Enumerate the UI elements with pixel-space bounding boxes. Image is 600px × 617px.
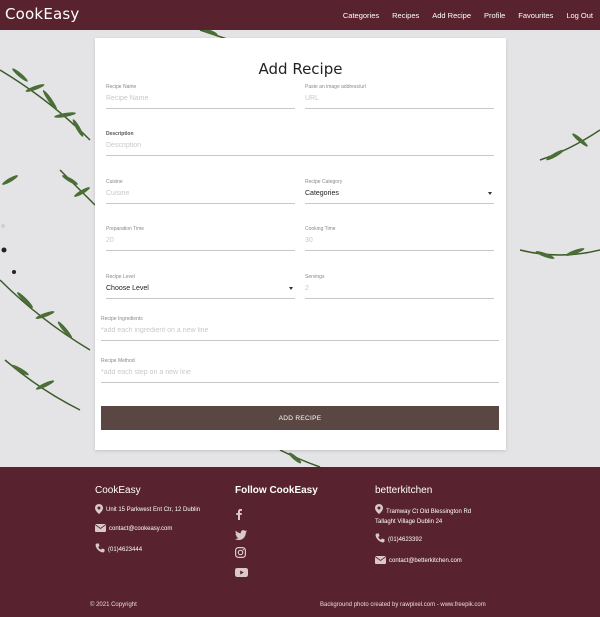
footer-cookeasy-address: Unit 15 Parkwest Ent Ctr, 12 Dublin — [95, 504, 200, 514]
servings-field: Servings — [305, 274, 494, 299]
nav-favourites[interactable]: Favourites — [518, 11, 553, 20]
cuisine-field: Cuisine — [106, 179, 295, 204]
category-label: Recipe Category — [305, 179, 343, 185]
facebook-icon[interactable] — [236, 507, 242, 525]
cuisine-input[interactable] — [106, 187, 295, 204]
ingredients-textarea[interactable] — [101, 324, 499, 341]
cook-time-label: Cooking Time — [305, 226, 336, 232]
level-label: Recipe Level — [106, 274, 135, 280]
description-field: Description — [106, 131, 494, 156]
recipe-name-input[interactable] — [106, 92, 295, 109]
footer-betterkitchen-title: betterkitchen — [375, 485, 433, 496]
prep-time-input[interactable] — [106, 234, 295, 251]
footer-betterkitchen-email-text: contact@betterkitchen.com — [389, 558, 462, 564]
level-value: Choose Level — [106, 285, 149, 292]
footer-betterkitchen-address-text: Tramway Ct Old Blessington Rd Tallaght V… — [375, 507, 472, 527]
footer-cookeasy-email-text: contact@cookeasy.com — [109, 526, 173, 532]
description-label: Description — [106, 131, 134, 137]
nav-categories[interactable]: Categories — [343, 11, 379, 20]
add-recipe-button[interactable]: ADD RECIPE — [101, 406, 499, 430]
instagram-icon[interactable] — [235, 545, 247, 563]
copyright: © 2021 Copyright — [90, 602, 137, 608]
servings-label: Servings — [305, 274, 325, 280]
youtube-icon[interactable] — [235, 564, 248, 582]
nav-add-recipe[interactable]: Add Recipe — [432, 11, 471, 20]
navbar: CookEasy Categories Recipes Add Recipe P… — [0, 0, 600, 30]
footer-cookeasy-email[interactable]: contact@cookeasy.com — [95, 524, 172, 532]
brand-logo[interactable]: CookEasy — [5, 5, 79, 23]
map-marker-icon — [375, 504, 383, 514]
nav-links: Categories Recipes Add Recipe Profile Fa… — [330, 0, 593, 30]
footer-betterkitchen-phone-text: (01)4623392 — [388, 537, 423, 543]
category-value: Categories — [305, 190, 339, 197]
method-textarea[interactable] — [101, 366, 499, 383]
category-field: Recipe Category Categories — [305, 179, 494, 204]
servings-input[interactable] — [305, 282, 494, 299]
dropdown-caret-icon — [289, 287, 293, 290]
cuisine-label: Cuisine — [106, 179, 123, 185]
footer-cookeasy-address-text: Unit 15 Parkwest Ent Ctr, 12 Dublin — [106, 507, 201, 513]
twitter-icon[interactable] — [235, 527, 247, 545]
prep-time-field: Preparation Time — [106, 226, 295, 251]
footer-cookeasy-phone: (01)4623444 — [95, 543, 142, 553]
page-title: Add Recipe — [258, 60, 343, 78]
envelope-icon — [95, 524, 106, 532]
add-recipe-card: Add Recipe Recipe Name Paste an image ad… — [95, 38, 506, 450]
ingredients-label: Recipe Ingredients — [101, 316, 143, 322]
method-field: Recipe Method — [101, 358, 499, 383]
cook-time-field: Cooking Time — [305, 226, 494, 251]
photo-credit[interactable]: Background photo created by rawpixel.com… — [320, 602, 486, 608]
cook-time-input[interactable] — [305, 234, 494, 251]
footer-cookeasy-title: CookEasy — [95, 485, 141, 496]
footer-follow-title: Follow CookEasy — [235, 485, 318, 496]
phone-icon — [95, 543, 105, 553]
footer-betterkitchen-email[interactable]: contact@betterkitchen.com — [375, 556, 462, 564]
recipe-name-label: Recipe Name — [106, 84, 137, 90]
footer-cookeasy-phone-text: (01)4623444 — [108, 547, 143, 553]
map-marker-icon — [95, 504, 103, 514]
footer-betterkitchen-phone: (01)4623392 — [375, 533, 422, 543]
footer-betterkitchen-address-line2: Tallaght Village Dublin 24 — [375, 519, 443, 525]
nav-log-out[interactable]: Log Out — [566, 11, 593, 20]
recipe-name-field: Recipe Name — [106, 84, 295, 109]
nav-profile[interactable]: Profile — [484, 11, 505, 20]
dropdown-caret-icon — [488, 192, 492, 195]
method-label: Recipe Method — [101, 358, 135, 364]
footer-betterkitchen-address-line1: Tramway Ct Old Blessington Rd — [386, 509, 472, 515]
nav-recipes[interactable]: Recipes — [392, 11, 419, 20]
phone-icon — [375, 533, 385, 543]
image-url-field: Paste an image address/url — [305, 84, 494, 109]
footer: CookEasy Unit 15 Parkwest Ent Ctr, 12 Du… — [0, 467, 600, 617]
envelope-icon — [375, 556, 386, 564]
level-select[interactable]: Choose Level — [106, 282, 295, 299]
footer-betterkitchen-address: Tramway Ct Old Blessington Rd Tallaght V… — [375, 504, 471, 527]
description-input[interactable] — [106, 139, 494, 156]
ingredients-field: Recipe Ingredients — [101, 316, 499, 341]
level-field: Recipe Level Choose Level — [106, 274, 295, 299]
prep-time-label: Preparation Time — [106, 226, 145, 232]
category-select[interactable]: Categories — [305, 187, 494, 204]
image-url-label: Paste an image address/url — [305, 84, 366, 90]
image-url-input[interactable] — [305, 92, 494, 109]
